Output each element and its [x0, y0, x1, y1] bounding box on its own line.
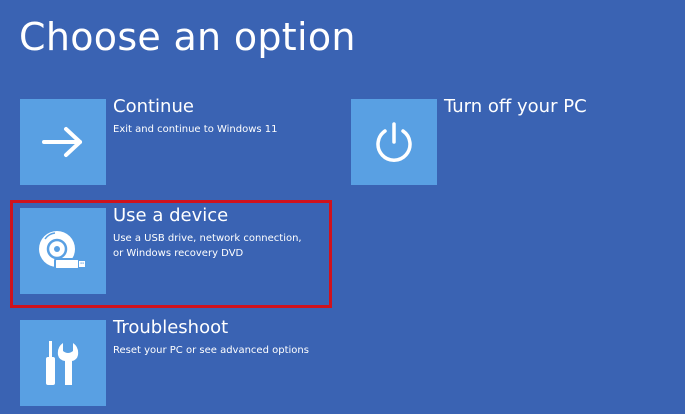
turn-off-title: Turn off your PC [444, 96, 587, 117]
turn-off-tile[interactable] [351, 99, 437, 185]
use-a-device-title: Use a device [113, 205, 229, 226]
use-a-device-description-line-1: Use a USB drive, network connection, [113, 233, 302, 244]
disc-drive-icon [39, 231, 85, 270]
use-a-device-description: Use a USB drive, network connection, or … [113, 231, 302, 261]
turn-off-option[interactable]: Turn off your PC [351, 96, 651, 185]
continue-tile[interactable] [20, 99, 106, 185]
troubleshoot-title: Troubleshoot [113, 317, 229, 338]
troubleshoot-option[interactable]: Troubleshoot Reset your PC or see advanc… [20, 317, 320, 406]
arrow-right-icon [42, 127, 82, 157]
use-a-device-option[interactable]: Use a device Use a USB drive, network co… [20, 205, 320, 294]
power-icon [376, 122, 412, 162]
troubleshoot-description-line: Reset your PC or see advanced options [113, 345, 309, 356]
use-a-device-description-line-2: or Windows recovery DVD [113, 248, 244, 259]
continue-option[interactable]: Continue Exit and continue to Windows 11 [20, 96, 320, 185]
continue-description: Exit and continue to Windows 11 [113, 122, 278, 137]
continue-description-line: Exit and continue to Windows 11 [113, 124, 278, 135]
troubleshoot-description: Reset your PC or see advanced options [113, 343, 309, 358]
continue-title: Continue [113, 96, 194, 117]
tools-icon [46, 341, 79, 385]
troubleshoot-tile[interactable] [20, 320, 106, 406]
use-a-device-tile[interactable] [20, 208, 106, 294]
page-title: Choose an option [19, 15, 356, 59]
